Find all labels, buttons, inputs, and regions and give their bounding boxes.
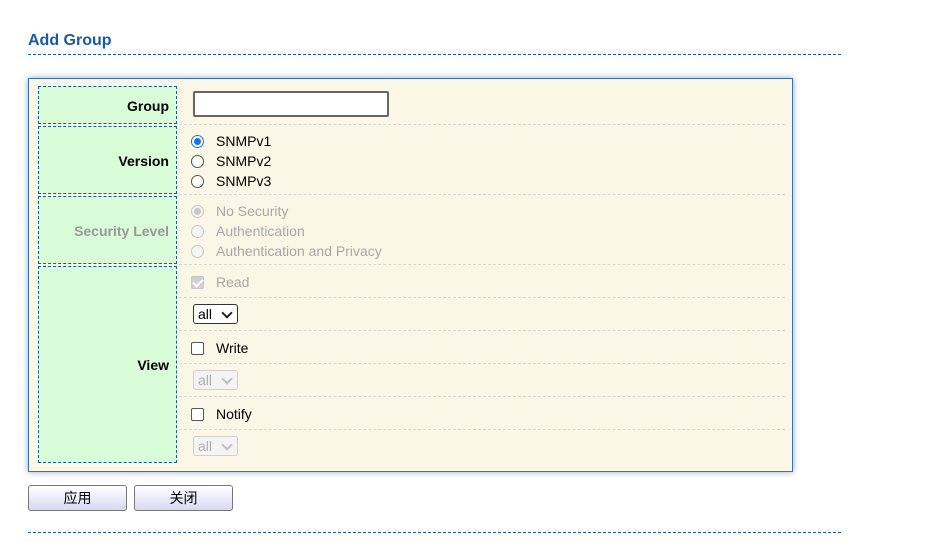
security-option-no-security: No Security bbox=[191, 201, 288, 221]
version-label-cell: Version bbox=[38, 126, 177, 194]
security-option-label: Authentication and Privacy bbox=[216, 243, 382, 259]
write-label: Write bbox=[216, 340, 249, 356]
write-view-select: all bbox=[193, 370, 238, 390]
group-label: Group bbox=[127, 98, 169, 114]
chevron-down-icon bbox=[221, 307, 233, 319]
version-label: Version bbox=[118, 153, 169, 169]
view-notify-cell: Notify bbox=[179, 397, 785, 430]
version-option-snmpv2[interactable]: SNMPv2 bbox=[191, 151, 271, 171]
version-option-snmpv3[interactable]: SNMPv3 bbox=[191, 171, 271, 191]
notify-checkbox-row[interactable]: Notify bbox=[191, 404, 252, 424]
version-value-cell: SNMPv1 SNMPv2 SNMPv3 bbox=[179, 125, 785, 195]
version-option-label: SNMPv2 bbox=[216, 153, 272, 169]
read-checkbox-row: Read bbox=[191, 272, 249, 292]
radio-authentication bbox=[191, 224, 204, 238]
write-view-select-value: all bbox=[198, 372, 213, 388]
radio-snmpv1[interactable] bbox=[191, 134, 204, 148]
bottom-divider bbox=[28, 532, 841, 533]
security-level-label-cell: Security Level bbox=[38, 196, 177, 264]
title-divider bbox=[28, 54, 841, 55]
group-value-cell bbox=[179, 85, 785, 125]
security-option-auth-privacy: Authentication and Privacy bbox=[191, 241, 382, 261]
notify-label: Notify bbox=[216, 406, 252, 422]
radio-auth-privacy bbox=[191, 244, 204, 258]
notify-checkbox[interactable] bbox=[191, 407, 204, 421]
radio-snmpv2[interactable] bbox=[191, 154, 204, 168]
view-read-select-cell: all bbox=[179, 298, 785, 331]
chevron-down-icon bbox=[221, 373, 233, 385]
write-checkbox[interactable] bbox=[191, 341, 204, 355]
view-write-select-cell: all bbox=[179, 364, 785, 397]
radio-snmpv3[interactable] bbox=[191, 174, 204, 188]
write-checkbox-row[interactable]: Write bbox=[191, 338, 248, 358]
radio-no-security bbox=[191, 204, 204, 218]
read-view-select[interactable]: all bbox=[193, 304, 238, 324]
apply-button[interactable]: 应用 bbox=[28, 485, 127, 511]
group-input[interactable] bbox=[193, 91, 389, 117]
version-option-label: SNMPv3 bbox=[216, 173, 272, 189]
page-title: Add Group bbox=[28, 32, 112, 49]
group-label-cell: Group bbox=[38, 86, 177, 124]
read-view-select-value: all bbox=[198, 306, 213, 322]
view-label: View bbox=[137, 357, 169, 373]
security-level-value-cell: No Security Authentication Authenticatio… bbox=[179, 195, 785, 265]
view-write-cell: Write bbox=[179, 331, 785, 364]
version-option-snmpv1[interactable]: SNMPv1 bbox=[191, 131, 271, 151]
notify-view-select: all bbox=[193, 436, 238, 456]
read-label: Read bbox=[216, 274, 250, 290]
security-option-authentication: Authentication bbox=[191, 221, 305, 241]
version-option-label: SNMPv1 bbox=[216, 133, 272, 149]
view-label-cell: View bbox=[38, 266, 177, 463]
view-read-cell: Read bbox=[179, 265, 785, 298]
security-option-label: Authentication bbox=[216, 223, 305, 239]
security-level-label: Security Level bbox=[74, 223, 169, 239]
chevron-down-icon bbox=[221, 439, 233, 451]
view-notify-select-cell: all bbox=[179, 430, 785, 463]
read-checkbox bbox=[191, 275, 204, 289]
notify-view-select-value: all bbox=[198, 438, 213, 454]
add-group-form: Group Version SNMPv1 SNMPv2 SNMPv3 Secur… bbox=[28, 78, 793, 472]
close-button[interactable]: 关闭 bbox=[134, 485, 233, 511]
security-option-label: No Security bbox=[216, 203, 289, 219]
